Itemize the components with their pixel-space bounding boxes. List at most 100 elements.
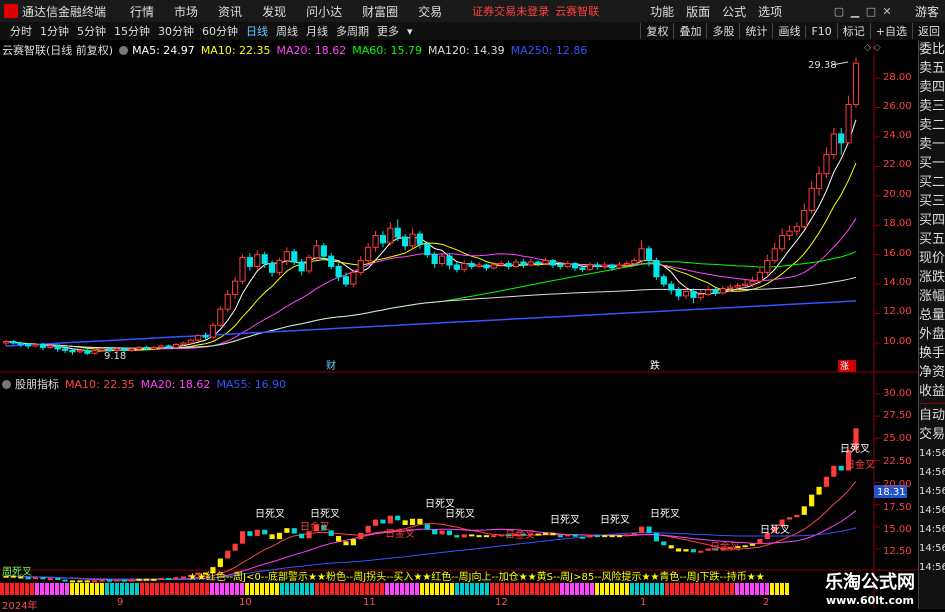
indicator-toggle-icon[interactable] (2, 379, 11, 389)
side-change-pct[interactable]: 涨幅 (919, 287, 945, 306)
tab-multi-period[interactable]: 多周期 (332, 23, 373, 39)
menu-item-caifuquan[interactable]: 财富圈 (352, 3, 408, 20)
side-outer[interactable]: 外盘 (919, 325, 945, 344)
candle-body (217, 308, 224, 326)
strip-cell (550, 583, 554, 595)
tab-5min[interactable]: 5分钟 (73, 23, 110, 39)
user-icon[interactable]: ▢ (831, 5, 847, 18)
side-buy2[interactable]: 买二 (919, 173, 945, 192)
candle-body (852, 62, 860, 105)
minimize-icon[interactable]: ▁ (847, 5, 863, 18)
draw-line-button[interactable]: 画线 (772, 23, 805, 39)
close-icon[interactable]: ✕ (879, 5, 895, 18)
side-trade[interactable]: 交易 (919, 425, 945, 444)
candle-body (291, 251, 298, 263)
settings-diamond-icon[interactable]: ◇ ◇ (864, 43, 881, 53)
maximize-icon[interactable]: □ (863, 5, 879, 18)
add-watchlist-button[interactable]: +自选 (869, 23, 912, 39)
strip-cell (440, 583, 444, 595)
strip-cell (480, 583, 484, 595)
side-buy5[interactable]: 买五 (919, 230, 945, 249)
menu-item-gongshi[interactable]: 公式 (716, 3, 752, 20)
chart-area[interactable]: 日死叉 日死叉日死叉日死叉日死叉 日死叉日死叉日死叉日死叉日金叉日金叉 日金叉日金叉日… (0, 40, 919, 609)
strip-cell (490, 583, 494, 595)
mark-button[interactable]: 标记 (836, 23, 870, 39)
side-sell5[interactable]: 卖五 (919, 59, 945, 78)
side-earnings[interactable]: 收益 (919, 382, 945, 401)
tab-15min[interactable]: 15分钟 (110, 23, 154, 39)
tab-1min[interactable]: 1分钟 (36, 23, 73, 39)
menu-item-faxian[interactable]: 发现 (252, 3, 296, 20)
indicator-bar (476, 535, 482, 538)
tab-weekly[interactable]: 周线 (272, 23, 302, 39)
current-stock-name: 云赛智联 (555, 5, 600, 18)
strip-cell (565, 583, 569, 595)
multi-stock-button[interactable]: 多股 (706, 23, 739, 39)
candle-body (424, 243, 431, 256)
indicator-bar (653, 532, 660, 542)
strip-cell (450, 583, 454, 595)
tab-more[interactable]: 更多 (373, 23, 403, 39)
strip-cell (685, 583, 689, 595)
f10-button[interactable]: F10 (805, 24, 836, 38)
tab-30min[interactable]: 30分钟 (154, 23, 198, 39)
menu-item-jiaoyi[interactable]: 交易 (408, 3, 452, 20)
side-net-asset[interactable]: 净资 (919, 363, 945, 382)
side-weibi[interactable]: 委比 (919, 40, 945, 59)
indicator-bar (646, 526, 652, 533)
side-buy3[interactable]: 买三 (919, 192, 945, 211)
indicator-bar (542, 532, 549, 535)
side-volume[interactable]: 总量 (919, 306, 945, 325)
menu-item-gongneng[interactable]: 功能 (644, 3, 680, 20)
legend-toggle-icon[interactable] (119, 45, 129, 55)
candle-body (734, 285, 741, 288)
candle-body (39, 343, 47, 348)
side-price[interactable]: 现价 (919, 249, 945, 268)
side-sell3[interactable]: 卖三 (919, 97, 945, 116)
menu-item-hangqing[interactable]: 行情 (120, 3, 164, 20)
marker-zhang[interactable]: 涨 (840, 361, 849, 372)
side-auto[interactable]: 自动 (919, 406, 945, 425)
menu-item-banmian[interactable]: 版面 (680, 3, 716, 20)
strip-cell (255, 583, 259, 595)
strip-cell (290, 583, 294, 595)
back-button[interactable]: 返回 (912, 23, 945, 39)
tab-fenshi[interactable]: 分时 (0, 23, 36, 39)
quote-side-panel: 委比 卖五 卖四 卖三 卖二 卖一 买一 买二 买三 买四 买五 现价 涨跌 涨… (918, 40, 945, 609)
tab-monthly[interactable]: 月线 (302, 23, 332, 39)
indicator-bar (284, 528, 290, 533)
strip-cell (645, 583, 649, 595)
fuquan-button[interactable]: 复权 (640, 23, 673, 39)
menu-item-shichang[interactable]: 市场 (164, 3, 208, 20)
marker-cai[interactable]: 财 (326, 359, 336, 372)
strip-cell (630, 583, 634, 595)
side-change[interactable]: 涨跌 (919, 268, 945, 287)
indicator-bar (698, 550, 704, 553)
death-cross-tag: 日死叉 (310, 508, 340, 520)
tab-daily[interactable]: 日线 (242, 23, 272, 39)
candle-body (269, 263, 276, 273)
side-buy4[interactable]: 买四 (919, 211, 945, 230)
indicator-bar (801, 506, 807, 515)
menu-item-xuanxiang[interactable]: 选项 (752, 3, 788, 20)
stats-button[interactable]: 统计 (739, 23, 772, 39)
indicator-name[interactable]: 股朋指标 (15, 376, 59, 392)
menu-item-wenxiaoda[interactable]: 问小达 (296, 3, 352, 20)
strip-cell (750, 583, 754, 595)
overlay-button[interactable]: 叠加 (673, 23, 706, 39)
more-dropdown-icon[interactable]: ▾ (403, 25, 417, 38)
user-guest[interactable]: 游客 (895, 3, 945, 20)
side-buy1[interactable]: 买一 (919, 154, 945, 173)
strip-cell (745, 583, 749, 595)
strip-cell (775, 583, 779, 595)
menu-item-zixun[interactable]: 资讯 (208, 3, 252, 20)
strip-cell (705, 583, 709, 595)
side-turnover[interactable]: 换手 (919, 344, 945, 363)
side-sell2[interactable]: 卖二 (919, 116, 945, 135)
side-sell4[interactable]: 卖四 (919, 78, 945, 97)
marker-die[interactable]: 跌 (650, 359, 660, 372)
strip-cell (355, 583, 359, 595)
tab-60min[interactable]: 60分钟 (198, 23, 242, 39)
trade-login-warning[interactable]: 证券交易未登录 (472, 3, 549, 19)
side-sell1[interactable]: 卖一 (919, 135, 945, 154)
